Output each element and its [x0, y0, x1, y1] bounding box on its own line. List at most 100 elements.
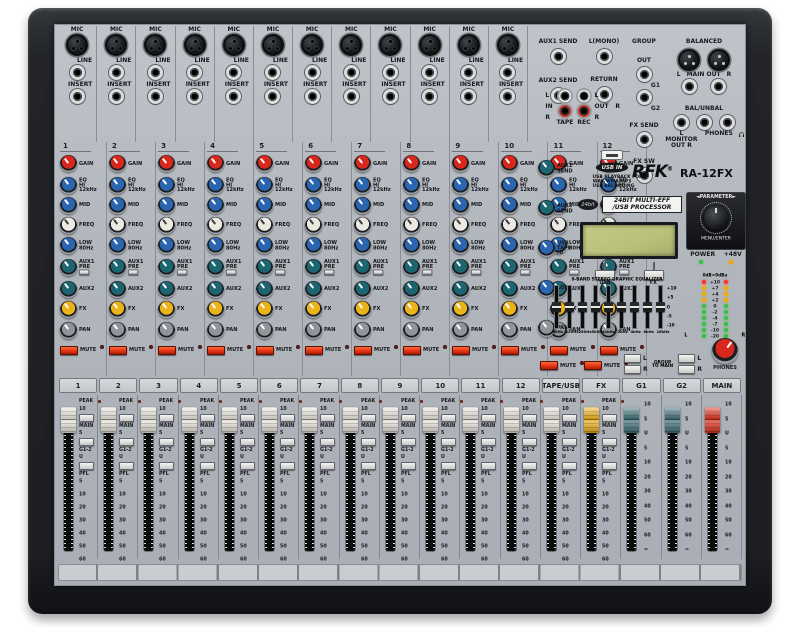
line-jack[interactable] [461, 65, 476, 80]
g2-to-main-r-button[interactable] [678, 365, 695, 374]
mic-xlr-connector[interactable] [340, 34, 362, 56]
eq-freq-knob[interactable] [305, 217, 322, 234]
fader-cap[interactable] [463, 407, 478, 433]
eq-hi-knob[interactable] [403, 177, 420, 194]
aux1-knob[interactable] [60, 259, 77, 276]
eq-freq-knob[interactable] [109, 217, 126, 234]
assign-group-button[interactable] [602, 438, 617, 446]
line-jack[interactable] [226, 65, 241, 80]
eq-low-knob[interactable] [403, 237, 420, 254]
tape-usb-knob[interactable] [538, 200, 555, 217]
pan-knob[interactable] [256, 322, 273, 339]
assign-main-button[interactable] [159, 414, 174, 422]
eq-freq-knob[interactable] [452, 217, 469, 234]
geq-slider[interactable] [589, 284, 602, 330]
insert-jack[interactable] [305, 89, 320, 104]
eq-hi-knob[interactable] [256, 177, 273, 194]
aux1-knob[interactable] [452, 259, 469, 276]
insert-jack[interactable] [265, 89, 280, 104]
fader-cap[interactable] [343, 407, 358, 433]
aux2-knob[interactable] [305, 281, 322, 298]
aux2-knob[interactable] [158, 281, 175, 298]
eq-mid-knob[interactable] [501, 197, 518, 214]
eq-mid-knob[interactable] [256, 197, 273, 214]
fx-send-knob[interactable] [403, 301, 420, 318]
phones-jack[interactable] [720, 115, 735, 130]
tape-usb-mute-button[interactable] [540, 361, 558, 370]
main-out-r-jack[interactable] [711, 79, 726, 94]
fx-send-knob[interactable] [158, 301, 175, 318]
mic-xlr-connector[interactable] [223, 34, 245, 56]
mic-xlr-connector[interactable] [262, 34, 284, 56]
eq-freq-knob[interactable] [256, 217, 273, 234]
aux2-knob[interactable] [256, 281, 273, 298]
assign-group-button[interactable] [522, 438, 537, 446]
geq-slider[interactable] [550, 284, 563, 330]
group1-out-jack[interactable] [637, 67, 652, 82]
geq-slider-cap[interactable] [565, 302, 574, 312]
line-jack[interactable] [305, 65, 320, 80]
assign-group-button[interactable] [401, 438, 416, 446]
line-jack[interactable] [383, 65, 398, 80]
mic-xlr-connector[interactable] [419, 34, 441, 56]
line-jack[interactable] [187, 65, 202, 80]
fader-cap[interactable] [624, 407, 639, 433]
aux1-knob[interactable] [256, 259, 273, 276]
eq-mid-knob[interactable] [207, 197, 224, 214]
mute-button[interactable] [354, 346, 372, 355]
aux1-knob[interactable] [158, 259, 175, 276]
pan-knob[interactable] [109, 322, 126, 339]
fader-cap[interactable] [665, 407, 680, 433]
eq-hi-knob[interactable] [60, 177, 77, 194]
line-jack[interactable] [109, 65, 124, 80]
aux2-knob[interactable] [109, 281, 126, 298]
assign-group-button[interactable] [159, 438, 174, 446]
g1-to-main-l-button[interactable] [624, 354, 641, 363]
pfl-button[interactable] [401, 462, 416, 470]
eq-freq-knob[interactable] [158, 217, 175, 234]
fader-cap[interactable] [383, 407, 398, 433]
insert-jack[interactable] [383, 89, 398, 104]
eq-low-knob[interactable] [256, 237, 273, 254]
pfl-button[interactable] [79, 462, 94, 470]
aux1-knob[interactable] [207, 259, 224, 276]
assign-main-button[interactable] [481, 414, 496, 422]
line-jack[interactable] [500, 65, 515, 80]
g2-to-main-l-button[interactable] [678, 354, 695, 363]
eq-low-knob[interactable] [207, 237, 224, 254]
aux2-knob[interactable] [354, 281, 371, 298]
assign-group-button[interactable] [79, 438, 94, 446]
pfl-button[interactable] [602, 462, 617, 470]
fx-send-knob[interactable] [207, 301, 224, 318]
fx-send-knob[interactable] [501, 301, 518, 318]
line-jack[interactable] [148, 65, 163, 80]
eq-low-knob[interactable] [354, 237, 371, 254]
geq-slider[interactable] [602, 284, 615, 330]
rec-out-r-rca[interactable] [578, 105, 590, 117]
fader-cap[interactable] [222, 407, 237, 433]
line-jack[interactable] [422, 65, 437, 80]
geq-slider[interactable] [563, 284, 576, 330]
gain-knob[interactable] [305, 155, 322, 172]
insert-jack[interactable] [109, 89, 124, 104]
aux2-knob[interactable] [452, 281, 469, 298]
fx-mute-button[interactable] [584, 361, 602, 370]
assign-group-button[interactable] [562, 438, 577, 446]
insert-jack[interactable] [70, 89, 85, 104]
gain-knob[interactable] [158, 155, 175, 172]
fader-cap[interactable] [101, 407, 116, 433]
mic-xlr-connector[interactable] [497, 34, 519, 56]
gain-knob[interactable] [354, 155, 371, 172]
insert-jack[interactable] [422, 89, 437, 104]
eq-mid-knob[interactable] [403, 197, 420, 214]
geq-slider[interactable] [576, 284, 589, 330]
mic-xlr-connector[interactable] [66, 34, 88, 56]
pfl-button[interactable] [159, 462, 174, 470]
insert-jack[interactable] [500, 89, 515, 104]
mute-button[interactable] [207, 346, 225, 355]
mute-button[interactable] [452, 346, 470, 355]
pre-button[interactable] [128, 270, 138, 275]
pan-knob[interactable] [403, 322, 420, 339]
eq-mid-knob[interactable] [60, 197, 77, 214]
aux1-knob[interactable] [109, 259, 126, 276]
